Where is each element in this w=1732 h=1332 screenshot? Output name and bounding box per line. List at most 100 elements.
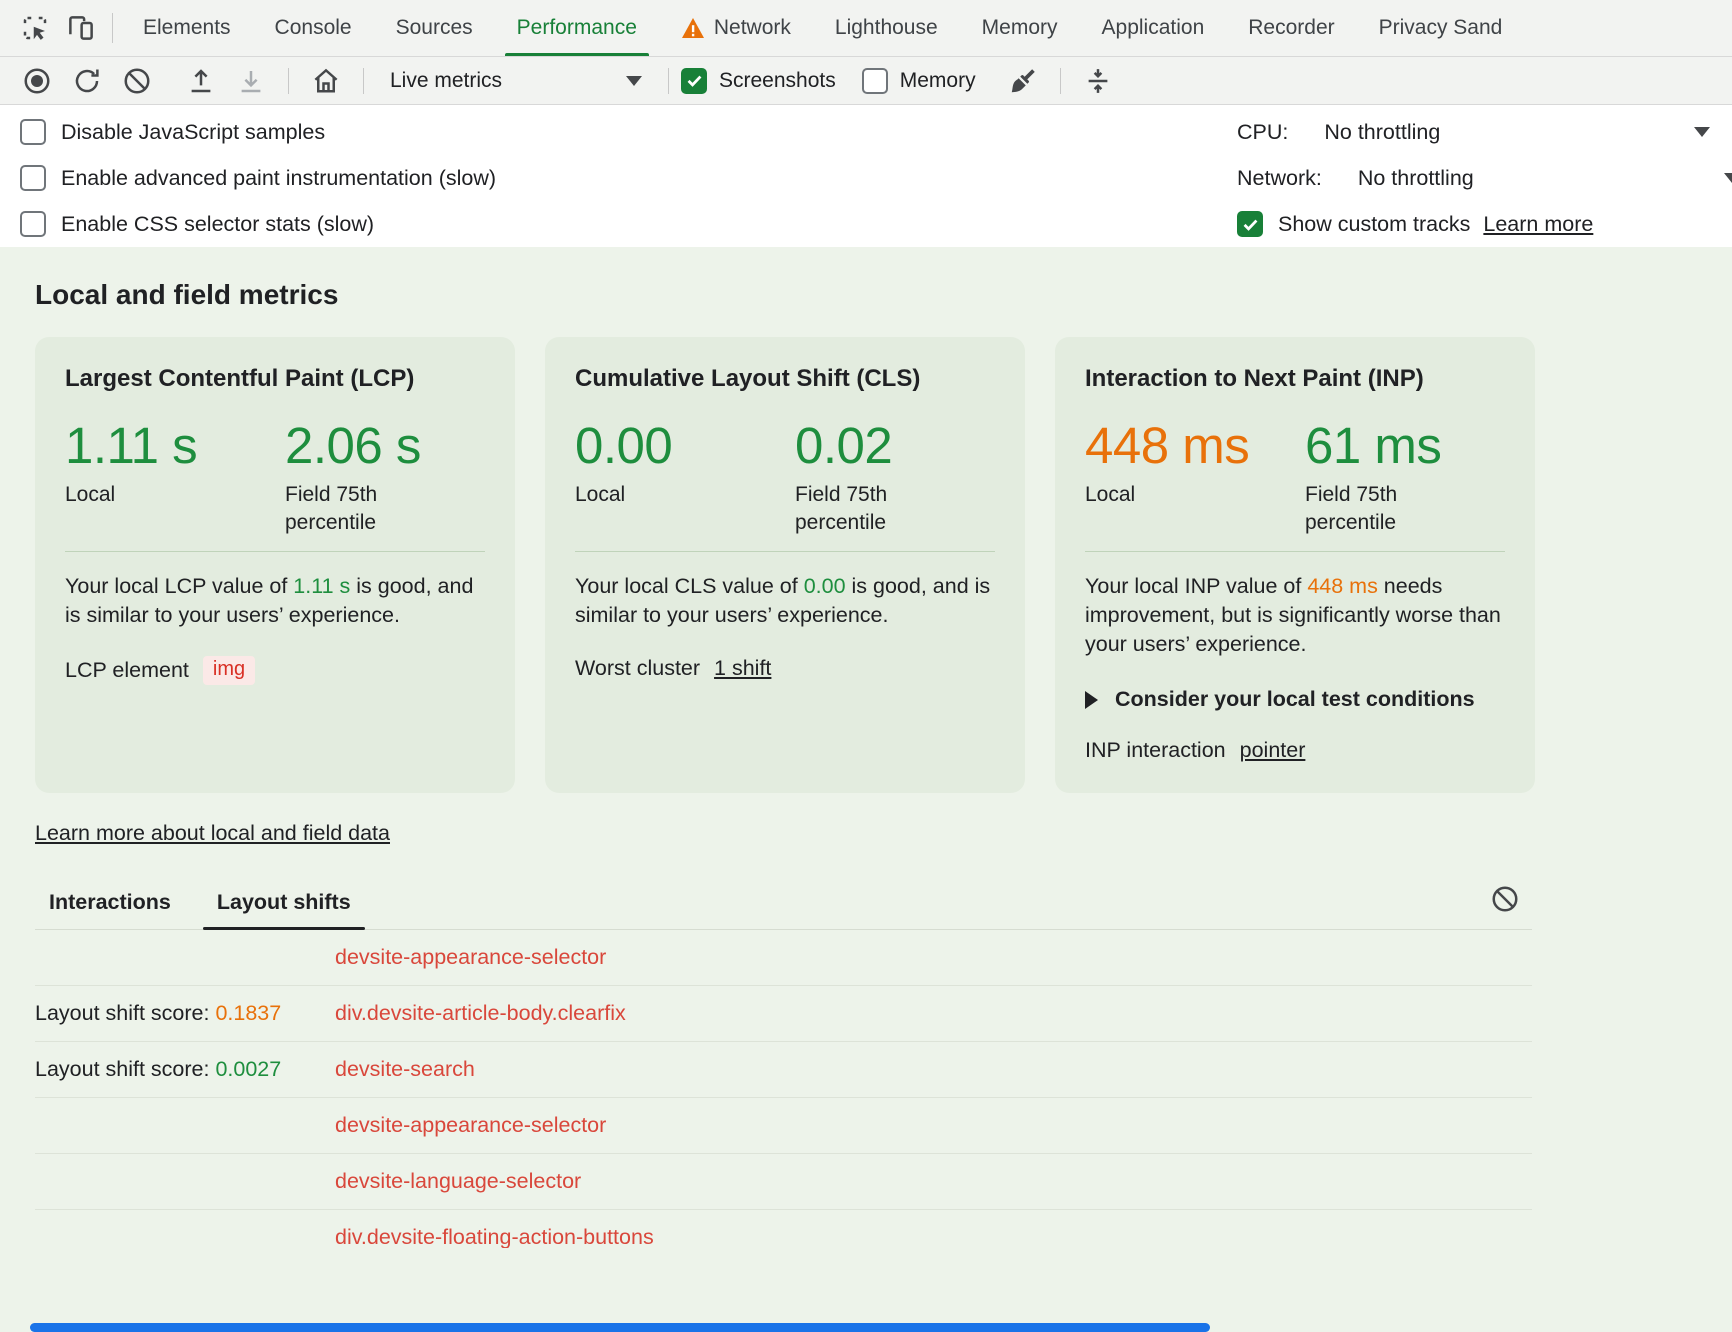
panel-tabs: Elements Console Sources Performance Net… (121, 0, 1732, 56)
custom-tracks-learn-more-link[interactable]: Learn more (1483, 212, 1593, 237)
disable-js-samples-row: Disable JavaScript samples (20, 109, 1227, 155)
collapse-icon (1083, 66, 1113, 96)
css-selector-stats-row: Enable CSS selector stats (slow) (20, 201, 1227, 247)
layout-shift-row: Layout shift score: 0.1837 div.devsite-a… (35, 986, 1532, 1042)
inp-field-value: 61 ms (1305, 417, 1450, 475)
inp-local-value: 448 ms (1085, 417, 1305, 475)
clear-icon (122, 66, 152, 96)
inp-card-title: Interaction to Next Paint (INP) (1085, 365, 1505, 393)
live-metrics-select[interactable]: Live metrics (376, 61, 656, 101)
home-button[interactable] (301, 61, 351, 101)
show-custom-tracks-label: Show custom tracks (1278, 212, 1470, 237)
lcp-local-value: 1.11 s (65, 417, 285, 475)
tab-privacy-sandbox[interactable]: Privacy Sand (1357, 0, 1525, 56)
inp-interaction-link[interactable]: pointer (1240, 738, 1306, 763)
tab-memory[interactable]: Memory (960, 0, 1080, 56)
download-profile-icon (236, 66, 266, 96)
network-warning-icon (681, 17, 705, 39)
cls-card-title: Cumulative Layout Shift (CLS) (575, 365, 995, 393)
device-toolbar-icon (66, 13, 96, 43)
cls-local-value: 0.00 (575, 417, 795, 475)
clear-log-icon (1490, 884, 1520, 914)
worst-cluster-link[interactable]: 1 shift (714, 656, 771, 681)
gc-brush-button[interactable] (998, 61, 1048, 101)
cls-local-label: Local (575, 481, 720, 509)
tab-performance[interactable]: Performance (495, 0, 659, 56)
tab-elements[interactable]: Elements (121, 0, 253, 56)
performance-toolbar: Live metrics Screenshots Memory (0, 57, 1732, 105)
tab-interactions[interactable]: Interactions (49, 890, 171, 915)
show-custom-tracks-row: Show custom tracks Learn more (1227, 201, 1732, 247)
disable-js-samples-checkbox[interactable] (20, 119, 46, 145)
separator (668, 68, 669, 94)
save-profile-button[interactable] (226, 61, 276, 101)
upload-profile-icon (186, 66, 216, 96)
inspect-icon (20, 13, 50, 43)
devtools-tabbar: Elements Console Sources Performance Net… (0, 0, 1732, 57)
lcp-card: Largest Contentful Paint (LCP) 1.11 s Lo… (35, 337, 515, 793)
collapse-button[interactable] (1073, 61, 1123, 101)
tab-lighthouse[interactable]: Lighthouse (813, 0, 960, 56)
separator (363, 68, 364, 94)
lcp-card-title: Largest Contentful Paint (LCP) (65, 365, 485, 393)
layout-shift-row: div.devsite-floating-action-buttons (35, 1210, 1532, 1248)
cls-description: Your local CLS value of 0.00 is good, an… (575, 572, 995, 630)
advanced-paint-checkbox[interactable] (20, 165, 46, 191)
screenshots-checkbox[interactable] (681, 68, 707, 94)
element-link[interactable]: devsite-language-selector (335, 1169, 581, 1194)
lcp-field-label: Field 75th percentile (285, 481, 430, 537)
css-selector-stats-checkbox[interactable] (20, 211, 46, 237)
log-tabs: Interactions Layout shifts (35, 890, 1532, 930)
show-custom-tracks-checkbox[interactable] (1237, 211, 1263, 237)
inp-description: Your local INP value of 448 ms needs imp… (1085, 572, 1505, 659)
layout-shift-rows: devsite-appearance-selector Layout shift… (35, 930, 1532, 1248)
tab-application[interactable]: Application (1080, 0, 1227, 56)
network-label: Network: (1237, 166, 1322, 191)
local-test-conditions-expander[interactable]: Consider your local test conditions (1085, 687, 1505, 712)
lcp-local-label: Local (65, 481, 210, 509)
check-icon (1241, 215, 1260, 234)
metric-cards: Largest Contentful Paint (LCP) 1.11 s Lo… (35, 337, 1732, 793)
inspect-element-button[interactable] (12, 5, 58, 51)
network-throttling-select[interactable]: Network: No throttling (1227, 155, 1732, 201)
layout-shift-row: Layout shift score: 0.0027 devsite-searc… (35, 1042, 1532, 1098)
memory-toggle[interactable]: Memory (862, 68, 976, 94)
live-metrics-panel: Local and field metrics Largest Contentf… (0, 247, 1732, 1332)
element-link[interactable]: devsite-search (335, 1057, 475, 1082)
tab-layout-shifts[interactable]: Layout shifts (217, 890, 351, 915)
capture-settings: Disable JavaScript samples Enable advanc… (0, 105, 1732, 247)
separator (1060, 68, 1061, 94)
cls-field-value: 0.02 (795, 417, 940, 475)
screenshots-toggle[interactable]: Screenshots (681, 68, 836, 94)
horizontal-scrollbar-thumb[interactable] (30, 1323, 1210, 1332)
reload-record-button[interactable] (62, 61, 112, 101)
disclosure-triangle-icon (1085, 691, 1098, 709)
separator (288, 68, 289, 94)
inp-card: Interaction to Next Paint (INP) 448 ms L… (1055, 337, 1535, 793)
element-link[interactable]: div.devsite-article-body.clearfix (335, 1001, 626, 1026)
tab-sources[interactable]: Sources (374, 0, 495, 56)
layout-shift-row: devsite-appearance-selector (35, 1098, 1532, 1154)
element-link[interactable]: devsite-appearance-selector (335, 945, 606, 970)
element-link[interactable]: devsite-appearance-selector (335, 1113, 606, 1138)
cpu-value: No throttling (1324, 120, 1440, 145)
clear-log-button[interactable] (1490, 884, 1520, 919)
lcp-element-link[interactable]: img (203, 656, 255, 685)
layout-shift-row: devsite-appearance-selector (35, 930, 1532, 986)
inp-local-label: Local (1085, 481, 1230, 509)
field-data-learn-more-link[interactable]: Learn more about local and field data (35, 821, 390, 846)
lcp-field-value: 2.06 s (285, 417, 430, 475)
element-link[interactable]: div.devsite-floating-action-buttons (335, 1225, 654, 1248)
record-icon (22, 66, 52, 96)
cpu-throttling-select[interactable]: CPU: No throttling (1227, 109, 1732, 155)
load-profile-button[interactable] (176, 61, 226, 101)
record-button[interactable] (12, 61, 62, 101)
inp-field-label: Field 75th percentile (1305, 481, 1450, 537)
live-metrics-log: Interactions Layout shifts devsite-appea… (35, 890, 1532, 1248)
tab-console[interactable]: Console (253, 0, 374, 56)
clear-button[interactable] (112, 61, 162, 101)
tab-network[interactable]: Network (659, 0, 813, 56)
tab-recorder[interactable]: Recorder (1226, 0, 1356, 56)
memory-checkbox[interactable] (862, 68, 888, 94)
device-toolbar-button[interactable] (58, 5, 104, 51)
